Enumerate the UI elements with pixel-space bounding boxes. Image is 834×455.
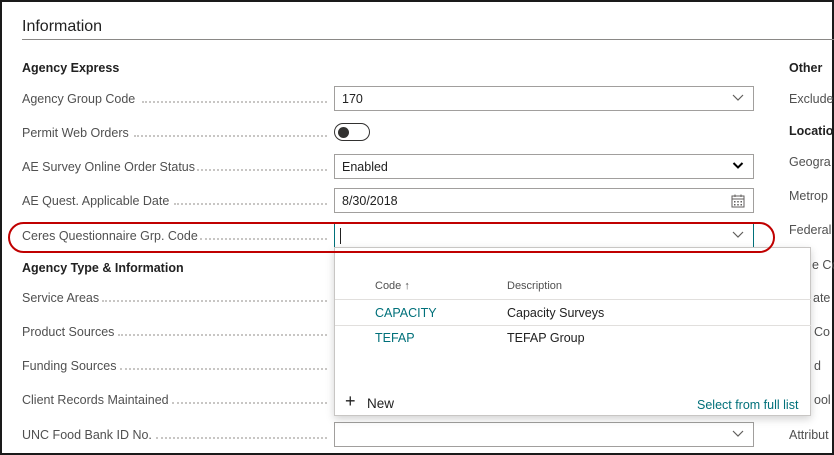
client-records-label: Client Records Maintained <box>22 393 169 407</box>
agency-group-code-value: 170 <box>342 92 363 106</box>
column-header-code[interactable]: Code ↑ <box>375 280 410 292</box>
funding-sources-label: Funding Sources <box>22 359 117 373</box>
new-button-label: New <box>367 396 395 411</box>
metro-label: Metrop <box>789 189 828 203</box>
geography-label: Geogra <box>789 155 831 169</box>
unc-food-bank-field[interactable] <box>334 422 754 447</box>
leader-dots <box>197 169 327 171</box>
row-code[interactable]: CAPACITY <box>375 306 437 320</box>
permit-web-orders-label: Permit Web Orders <box>22 126 129 140</box>
leader-dots <box>118 334 327 336</box>
chevron-down-icon[interactable] <box>731 90 745 104</box>
highlight-annotation <box>8 222 775 253</box>
leader-dots <box>134 135 327 137</box>
ae-survey-status-value: Enabled <box>342 160 388 174</box>
ae-quest-date-value: 8/30/2018 <box>342 194 398 208</box>
group-title-agency-express: Agency Express <box>22 61 120 75</box>
state-label: ate <box>813 291 831 305</box>
unc-food-bank-label: UNC Food Bank ID No. <box>22 428 152 442</box>
ae-survey-status-label: AE Survey Online Order Status <box>22 160 195 174</box>
group-title-other: Other <box>789 61 823 75</box>
agency-group-code-label: Agency Group Code <box>22 92 136 106</box>
agency-group-code-field[interactable]: 170 <box>334 86 754 111</box>
lookup-row[interactable]: CAPACITY Capacity Surveys <box>335 300 811 326</box>
row-code[interactable]: TEFAP <box>375 331 415 345</box>
group-title-location: Locatio <box>789 124 834 138</box>
attributes-label: Attribut <box>789 428 829 442</box>
d-label: d <box>814 359 821 373</box>
lookup-row[interactable]: TEFAP TEFAP Group <box>335 326 811 352</box>
ae-quest-date-field[interactable]: 8/30/2018 <box>334 188 754 213</box>
leader-dots <box>142 101 327 103</box>
leader-dots <box>156 437 327 439</box>
school-label: ool <box>814 393 831 407</box>
section-divider <box>22 39 834 40</box>
toggle-knob <box>338 126 349 138</box>
leader-dots <box>172 402 327 404</box>
permit-web-orders-toggle[interactable] <box>334 123 370 141</box>
section-title: Information <box>22 18 103 35</box>
row-description: Capacity Surveys <box>507 306 605 320</box>
column-header-description[interactable]: Description <box>507 280 562 292</box>
leader-dots <box>174 203 327 205</box>
ae-quest-date-label: AE Quest. Applicable Date <box>22 194 170 208</box>
row-description: TEFAP Group <box>507 331 585 345</box>
exclude-label: Exclude <box>789 92 834 106</box>
calendar-icon[interactable] <box>731 194 745 208</box>
chevron-down-icon[interactable] <box>731 426 745 440</box>
chevron-down-icon[interactable] <box>731 158 745 172</box>
federal-label: Federal <box>789 223 832 237</box>
ae-survey-status-select[interactable]: Enabled <box>334 154 754 179</box>
county-label: e Co <box>812 258 834 272</box>
leader-dots <box>102 300 327 302</box>
plus-icon: + <box>345 391 356 411</box>
service-areas-label: Service Areas <box>22 291 100 305</box>
product-sources-label: Product Sources <box>22 325 115 339</box>
co-label: Co <box>814 325 830 339</box>
group-title-agency-type: Agency Type & Information <box>22 261 184 275</box>
leader-dots <box>120 368 327 370</box>
select-from-full-list-link[interactable]: Select from full list <box>697 398 798 412</box>
lookup-dropdown[interactable]: Code ↑ Description CAPACITY Capacity Sur… <box>334 247 811 416</box>
